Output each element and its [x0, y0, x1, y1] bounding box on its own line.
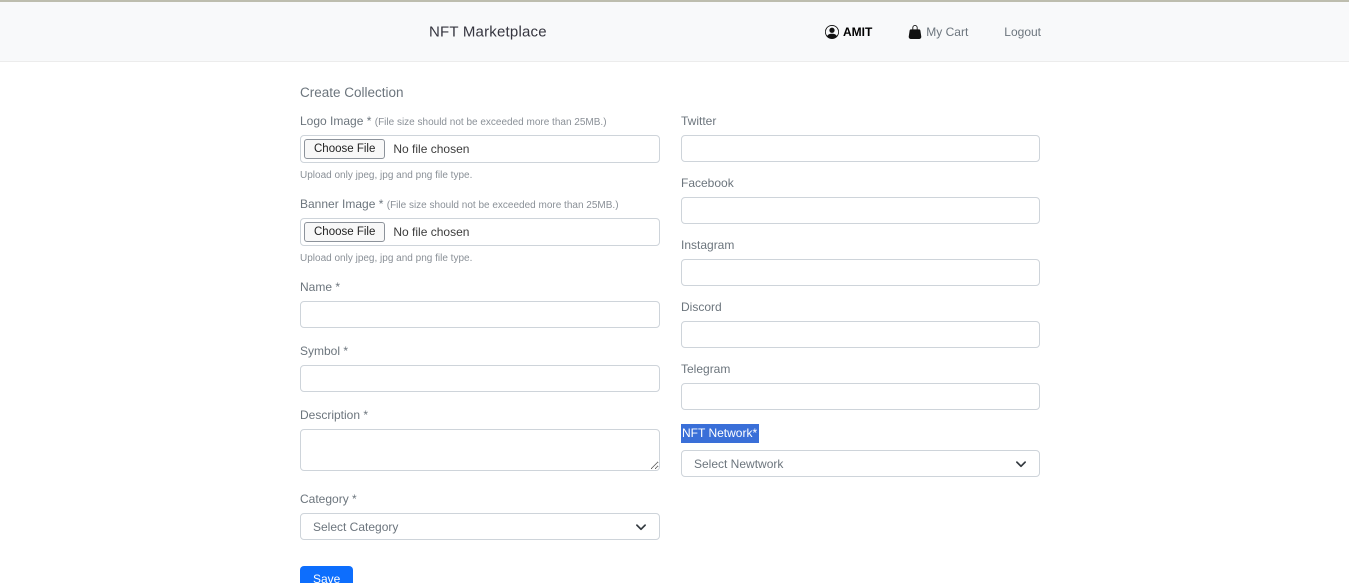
telegram-label: Telegram — [681, 362, 1040, 376]
instagram-group: Instagram — [681, 238, 1040, 286]
nft-network-label: NFT Network* — [681, 424, 759, 443]
discord-input[interactable] — [681, 321, 1040, 348]
create-collection-page: Create Collection Logo Image * (File siz… — [0, 62, 1349, 583]
logo-image-label: Logo Image * (File size should not be ex… — [300, 114, 660, 128]
discord-group: Discord — [681, 300, 1040, 348]
description-group: Description * — [300, 408, 660, 476]
form-right-column: Twitter Facebook Instagram Discord Teleg… — [681, 114, 1040, 583]
logo-choose-file-button[interactable]: Choose File — [304, 139, 385, 159]
chevron-down-icon — [1015, 458, 1027, 470]
category-select[interactable]: Select Category — [300, 513, 660, 540]
my-cart-label: My Cart — [926, 25, 968, 39]
telegram-input[interactable] — [681, 383, 1040, 410]
person-circle-icon — [825, 25, 839, 39]
instagram-label: Instagram — [681, 238, 1040, 252]
banner-size-note: (File size should not be exceeded more t… — [387, 200, 619, 211]
top-navbar: NFT Marketplace AMIT My Cart Logout — [0, 0, 1349, 62]
banner-image-group: Banner Image * (File size should not be … — [300, 197, 660, 264]
logout-link[interactable]: Logout — [1004, 25, 1041, 39]
cart-bag-icon — [908, 25, 922, 39]
nft-network-group: NFT Network* Select Newtwork — [681, 424, 1040, 477]
symbol-label: Symbol * — [300, 344, 660, 358]
chevron-down-icon — [635, 521, 647, 533]
description-label: Description * — [300, 408, 660, 422]
banner-filetype-helper: Upload only jpeg, jpg and png file type. — [300, 253, 660, 264]
category-selected-value: Select Category — [313, 520, 398, 534]
category-group: Category * Select Category — [300, 492, 660, 540]
banner-image-label: Banner Image * (File size should not be … — [300, 197, 660, 211]
form-left-column: Logo Image * (File size should not be ex… — [300, 114, 660, 583]
name-group: Name * — [300, 280, 660, 328]
user-name-label: AMIT — [843, 25, 872, 39]
brand-title[interactable]: NFT Marketplace — [429, 23, 547, 40]
navbar-links: AMIT My Cart Logout — [825, 25, 1041, 39]
save-button[interactable]: Save — [300, 566, 353, 583]
network-selected-value: Select Newtwork — [694, 457, 783, 471]
description-textarea[interactable] — [300, 429, 660, 471]
my-cart-link[interactable]: My Cart — [908, 25, 968, 39]
twitter-label: Twitter — [681, 114, 1040, 128]
symbol-group: Symbol * — [300, 344, 660, 392]
logo-filetype-helper: Upload only jpeg, jpg and png file type. — [300, 170, 660, 181]
name-label: Name * — [300, 280, 660, 294]
instagram-input[interactable] — [681, 259, 1040, 286]
logo-image-group: Logo Image * (File size should not be ex… — [300, 114, 660, 181]
logo-size-note: (File size should not be exceeded more t… — [375, 117, 607, 128]
category-label: Category * — [300, 492, 660, 506]
logo-file-input[interactable]: Choose File No file chosen — [300, 135, 660, 163]
facebook-group: Facebook — [681, 176, 1040, 224]
telegram-group: Telegram — [681, 362, 1040, 410]
name-input[interactable] — [300, 301, 660, 328]
twitter-group: Twitter — [681, 114, 1040, 162]
banner-file-input[interactable]: Choose File No file chosen — [300, 218, 660, 246]
symbol-input[interactable] — [300, 365, 660, 392]
banner-choose-file-button[interactable]: Choose File — [304, 222, 385, 242]
banner-file-status: No file chosen — [393, 225, 469, 239]
page-title: Create Collection — [300, 85, 1349, 100]
user-menu[interactable]: AMIT — [825, 25, 872, 39]
facebook-label: Facebook — [681, 176, 1040, 190]
facebook-input[interactable] — [681, 197, 1040, 224]
discord-label: Discord — [681, 300, 1040, 314]
network-select[interactable]: Select Newtwork — [681, 450, 1040, 477]
logo-file-status: No file chosen — [393, 142, 469, 156]
twitter-input[interactable] — [681, 135, 1040, 162]
